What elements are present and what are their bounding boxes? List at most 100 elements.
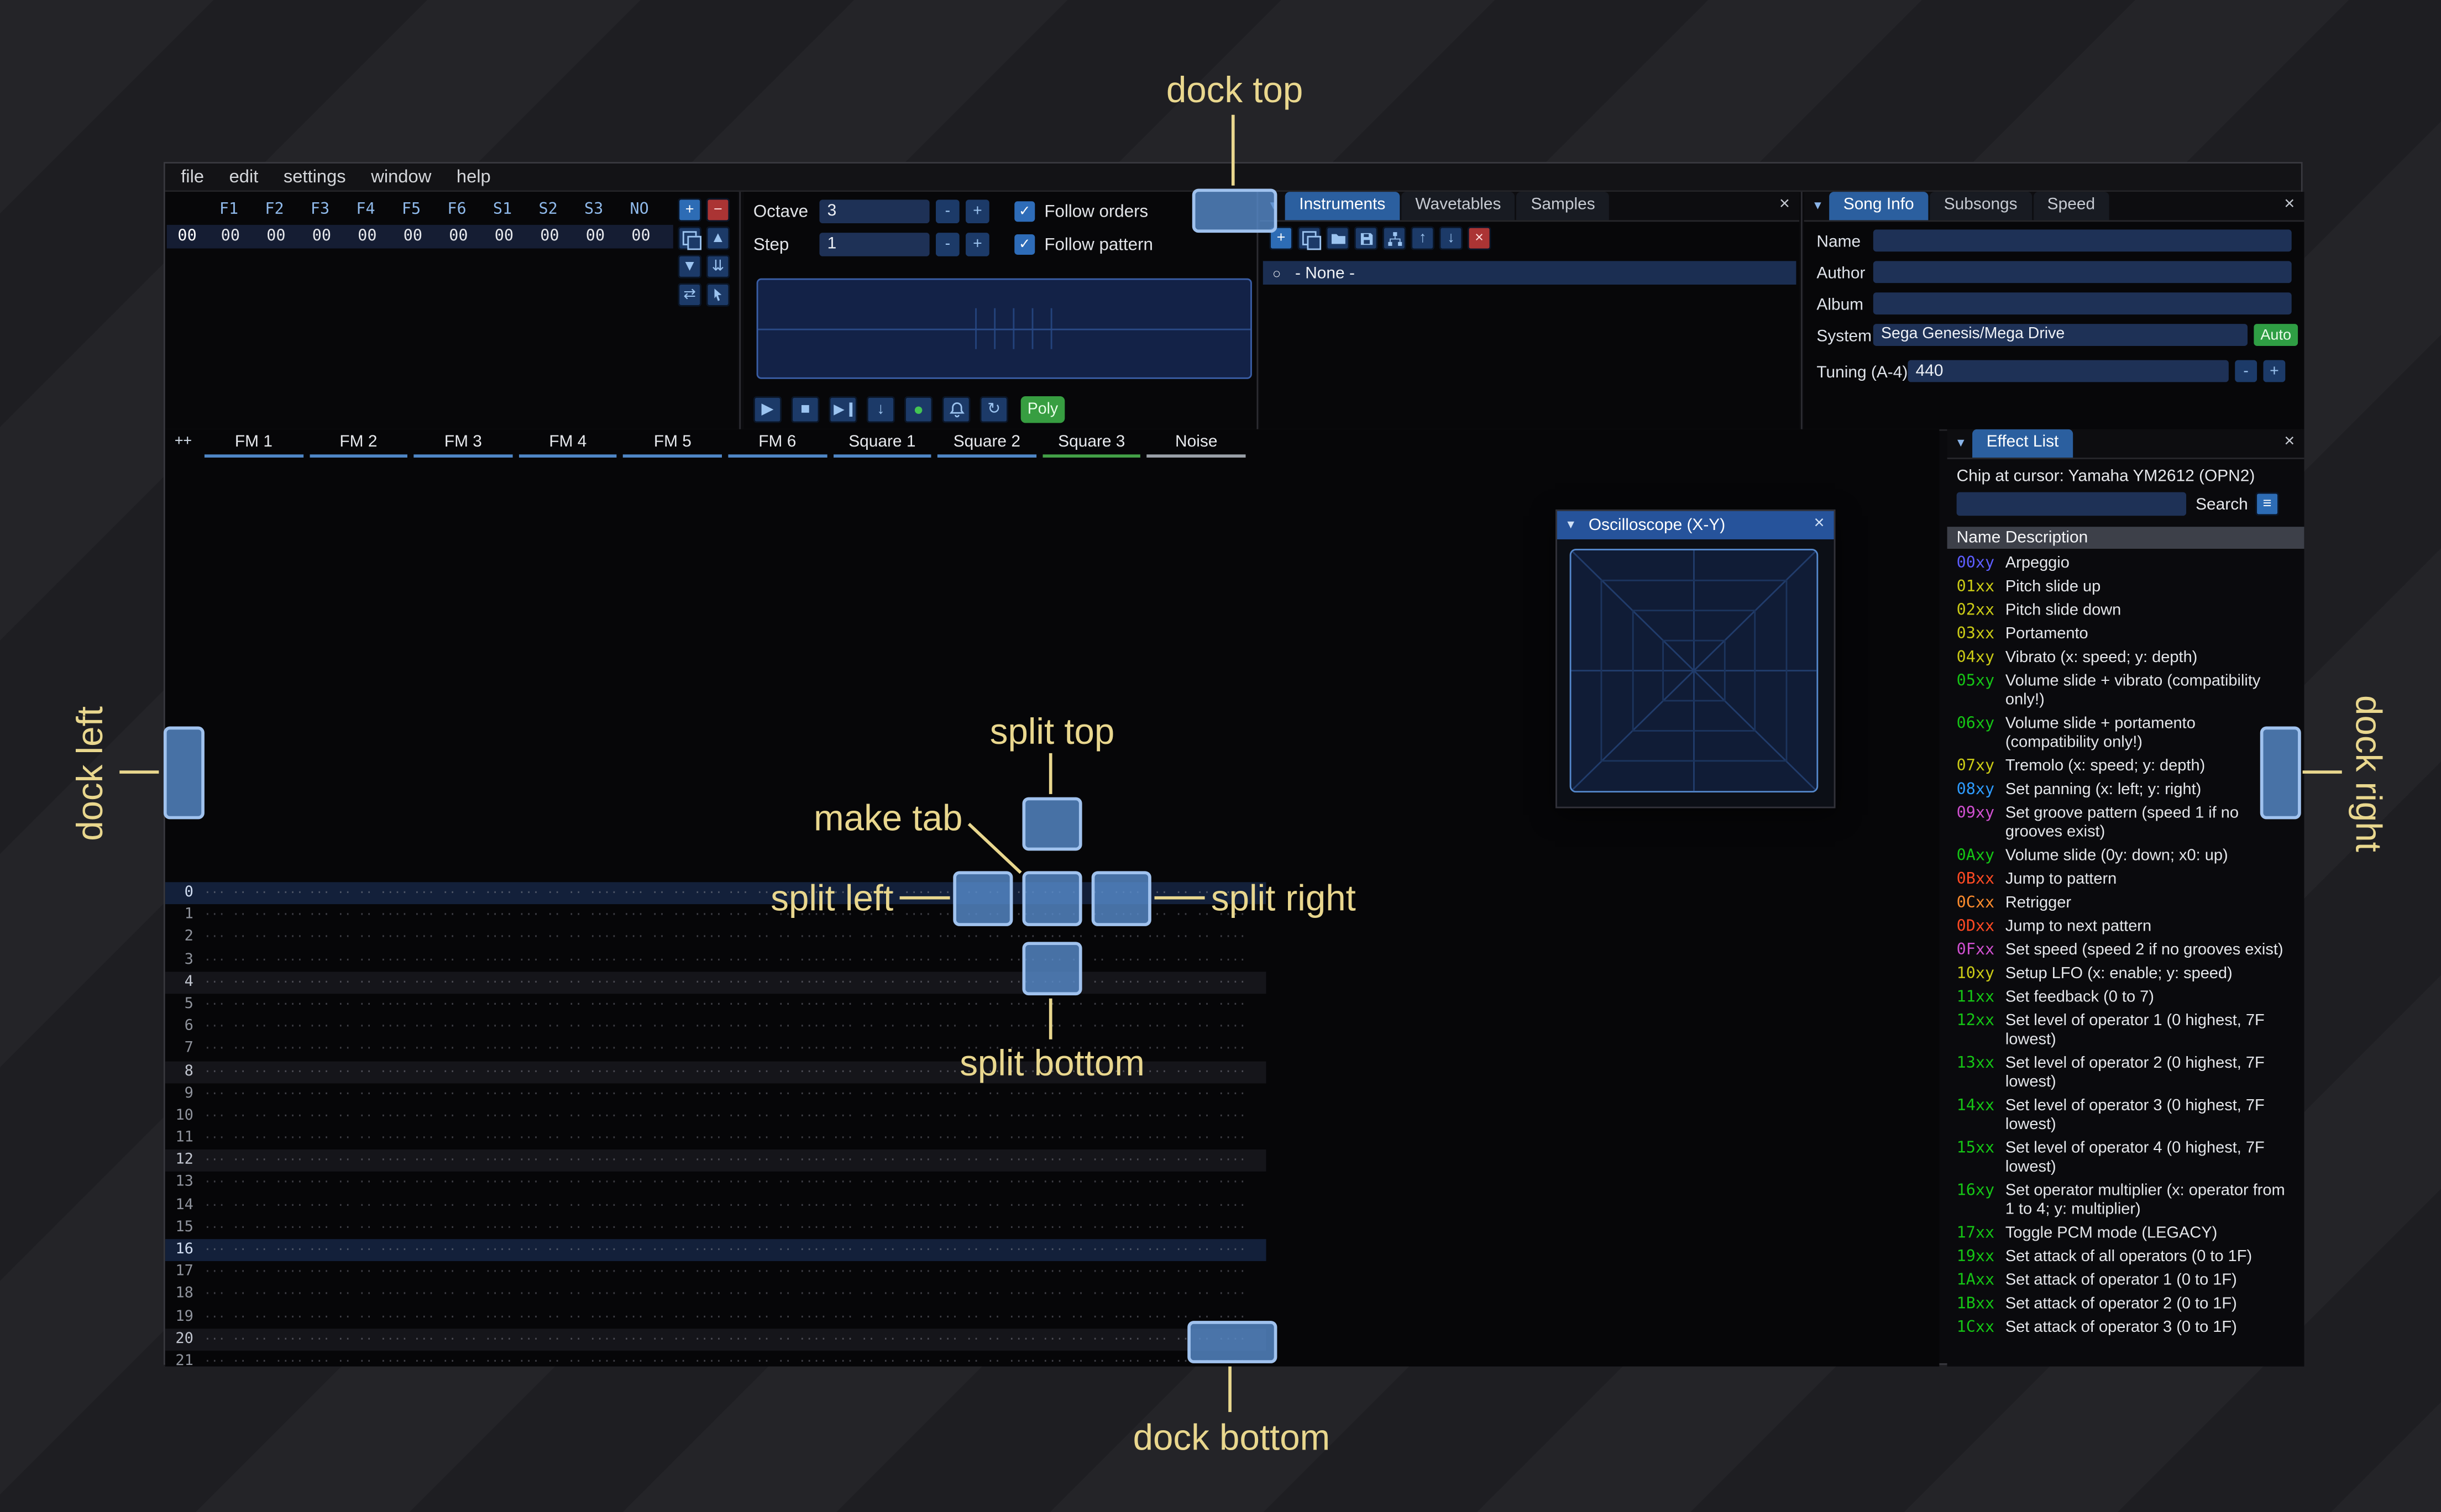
pattern-cell[interactable]: ··· ·· ·· ···· bbox=[306, 972, 411, 994]
pattern-cell[interactable]: ··· ·· ·· ···· bbox=[306, 1060, 411, 1083]
octave-decrease-button[interactable]: - bbox=[935, 200, 960, 224]
collapse-icon[interactable]: ▼ bbox=[1812, 198, 1824, 213]
octave-input[interactable]: 3 bbox=[819, 200, 930, 224]
effect-row[interactable]: 17xx Toggle PCM mode (LEGACY) bbox=[1947, 1222, 2304, 1246]
order-cell[interactable]: 00 bbox=[390, 228, 436, 245]
pattern-cell[interactable]: ··· ·· ·· ···· bbox=[411, 1105, 515, 1127]
instrument-from-sample-button[interactable] bbox=[1382, 226, 1406, 250]
pattern-cell[interactable]: ··· ·· ·· ···· bbox=[201, 1329, 306, 1351]
pattern-cell[interactable]: ··· ·· ·· ···· bbox=[201, 1038, 306, 1060]
pattern-cell[interactable]: ··· ·· ·· ···· bbox=[411, 972, 515, 994]
duplicate-instrument-button[interactable] bbox=[1297, 226, 1322, 250]
pattern-cell[interactable]: ··· ·· ·· ···· bbox=[830, 1306, 934, 1328]
pattern-cell[interactable]: ··· ·· ·· ···· bbox=[516, 972, 620, 994]
pattern-cell[interactable]: ··· ·· ·· ···· bbox=[725, 1351, 830, 1367]
effect-row[interactable]: 13xx Set level of operator 2 (0 highest, … bbox=[1947, 1052, 2304, 1095]
follow-orders-checkbox[interactable]: ✓ bbox=[1014, 201, 1035, 222]
pattern-cell[interactable]: ··· ·· ·· ···· bbox=[620, 1194, 725, 1216]
pattern-cell[interactable]: ··· ·· ·· ···· bbox=[725, 1194, 830, 1216]
effect-row[interactable]: 1Axx Set attack of operator 1 (0 to 1F) bbox=[1947, 1269, 2304, 1293]
pattern-cell[interactable]: ··· ·· ·· ···· bbox=[1144, 1105, 1249, 1127]
effect-row[interactable]: 0Fxx Set speed (speed 2 if no grooves exi… bbox=[1947, 939, 2304, 963]
pattern-cell[interactable]: ··· ·· ·· ···· bbox=[516, 1217, 620, 1239]
pattern-cell[interactable]: ··· ·· ·· ···· bbox=[201, 1217, 306, 1239]
pattern-cell[interactable]: ··· ·· ·· ···· bbox=[935, 1194, 1039, 1216]
order-cell[interactable]: 00 bbox=[253, 228, 299, 245]
metronome-button[interactable] bbox=[942, 396, 971, 423]
pattern-cell[interactable]: ··· ·· ·· ···· bbox=[411, 1150, 515, 1172]
pattern-cell[interactable]: ··· ·· ·· ···· bbox=[830, 1194, 934, 1216]
pattern-cell[interactable]: ··· ·· ·· ···· bbox=[1039, 1284, 1144, 1306]
pattern-cell[interactable]: ··· ·· ·· ···· bbox=[1039, 1262, 1144, 1284]
pattern-cell[interactable]: ··· ·· ·· ···· bbox=[725, 949, 830, 971]
dock-top-target[interactable] bbox=[1192, 188, 1277, 233]
pattern-cell[interactable]: ··· ·· ·· ···· bbox=[725, 1083, 830, 1105]
pattern-cell[interactable]: ··· ·· ·· ···· bbox=[620, 949, 725, 971]
pattern-cell[interactable]: ··· ·· ·· ···· bbox=[725, 1306, 830, 1328]
dock-bottom-target[interactable] bbox=[1187, 1321, 1277, 1363]
pattern-cell[interactable]: ··· ·· ·· ···· bbox=[201, 1150, 306, 1172]
pattern-cell[interactable]: ··· ·· ·· ···· bbox=[1144, 1150, 1249, 1172]
pattern-cell[interactable]: ··· ·· ·· ···· bbox=[830, 1172, 934, 1194]
effect-row[interactable]: 16xy Set operator multiplier (x: operator… bbox=[1947, 1179, 2304, 1222]
pattern-cell[interactable]: ··· ·· ·· ···· bbox=[620, 1127, 725, 1149]
order-row[interactable]: 00 00 00 00 00 00 00 00 00 00 00 bbox=[166, 224, 673, 249]
pattern-cell[interactable]: ··· ·· ·· ···· bbox=[620, 1150, 725, 1172]
effect-row[interactable]: 1Cxx Set attack of operator 3 (0 to 1F) bbox=[1947, 1316, 2304, 1340]
pattern-cell[interactable]: ··· ·· ·· ···· bbox=[306, 1351, 411, 1367]
channel-header-square-3[interactable]: Square 3 bbox=[1039, 431, 1144, 458]
pattern-cell[interactable]: ··· ·· ·· ···· bbox=[620, 1038, 725, 1060]
save-instrument-button[interactable] bbox=[1354, 226, 1378, 250]
pattern-cell[interactable]: ··· ·· ·· ···· bbox=[201, 1194, 306, 1216]
play-button[interactable]: ▶ bbox=[753, 396, 782, 423]
pattern-cell[interactable]: ··· ·· ·· ···· bbox=[830, 1127, 934, 1149]
split-bottom-target[interactable] bbox=[1022, 942, 1082, 996]
pattern-cell[interactable]: ··· ·· ·· ···· bbox=[725, 1038, 830, 1060]
pattern-cell[interactable]: ··· ·· ·· ···· bbox=[725, 927, 830, 949]
octave-increase-button[interactable]: + bbox=[966, 200, 989, 224]
pattern-cell[interactable]: ··· ·· ·· ···· bbox=[201, 1306, 306, 1328]
split-left-target[interactable] bbox=[953, 871, 1013, 926]
pattern-cell[interactable]: ··· ·· ·· ···· bbox=[830, 1217, 934, 1239]
pattern-cell[interactable]: ··· ·· ·· ···· bbox=[411, 1038, 515, 1060]
channel-header-fm-2[interactable]: FM 2 bbox=[306, 431, 411, 458]
channel-header-fm-5[interactable]: FM 5 bbox=[620, 431, 725, 458]
pattern-cell[interactable]: ··· ·· ·· ···· bbox=[516, 994, 620, 1016]
pattern-cell[interactable]: ··· ·· ·· ···· bbox=[1039, 1217, 1144, 1239]
pattern-cell[interactable]: ··· ·· ·· ···· bbox=[1144, 1194, 1249, 1216]
step-decrease-button[interactable]: - bbox=[935, 233, 960, 256]
pattern-cell[interactable]: ··· ·· ·· ···· bbox=[1039, 1329, 1144, 1351]
pattern-cell[interactable]: ··· ·· ·· ···· bbox=[306, 1105, 411, 1127]
pattern-cell[interactable]: ··· ·· ·· ···· bbox=[830, 927, 934, 949]
album-input[interactable] bbox=[1873, 292, 2292, 315]
pattern-cell[interactable]: ··· ·· ·· ···· bbox=[725, 1239, 830, 1261]
pattern-cell[interactable]: ··· ·· ·· ···· bbox=[411, 905, 515, 927]
pattern-cell[interactable]: ··· ·· ·· ···· bbox=[1144, 1217, 1249, 1239]
pattern-cell[interactable]: ··· ·· ·· ···· bbox=[1039, 1083, 1144, 1105]
auto-system-button[interactable]: Auto bbox=[2254, 324, 2298, 346]
pattern-cell[interactable]: ··· ·· ·· ···· bbox=[411, 1351, 515, 1367]
tab-song-info[interactable]: Song Info bbox=[1829, 192, 1929, 221]
close-icon[interactable]: × bbox=[1814, 514, 1825, 533]
pattern-cell[interactable]: ··· ·· ·· ···· bbox=[725, 1284, 830, 1306]
channel-header-square-2[interactable]: Square 2 bbox=[935, 431, 1039, 458]
pattern-cell[interactable]: ··· ·· ·· ···· bbox=[516, 1127, 620, 1149]
pattern-cell[interactable]: ··· ·· ·· ···· bbox=[725, 1262, 830, 1284]
dock-left-target[interactable] bbox=[163, 726, 205, 820]
pattern-cell[interactable]: ··· ·· ·· ···· bbox=[1144, 949, 1249, 971]
pattern-cell[interactable]: ··· ·· ·· ···· bbox=[411, 927, 515, 949]
pattern-cell[interactable]: ··· ·· ·· ···· bbox=[411, 1016, 515, 1038]
pattern-cell[interactable]: ··· ·· ·· ···· bbox=[306, 905, 411, 927]
pattern-cell[interactable]: ··· ·· ·· ···· bbox=[830, 1038, 934, 1060]
tab-wavetables[interactable]: Wavetables bbox=[1401, 192, 1516, 221]
pattern-cell[interactable]: ··· ·· ·· ···· bbox=[830, 1083, 934, 1105]
pattern-cell[interactable]: ··· ·· ·· ···· bbox=[1144, 994, 1249, 1016]
close-icon[interactable]: × bbox=[1779, 195, 1790, 214]
pattern-cell[interactable]: ··· ·· ·· ···· bbox=[201, 994, 306, 1016]
order-cell[interactable]: 00 bbox=[618, 228, 664, 245]
edit-record-button[interactable]: ● bbox=[904, 396, 933, 423]
pattern-cell[interactable]: ··· ·· ·· ···· bbox=[935, 1306, 1039, 1328]
effect-row[interactable]: 0Bxx Jump to pattern bbox=[1947, 868, 2304, 892]
pattern-cell[interactable]: ··· ·· ·· ···· bbox=[411, 1194, 515, 1216]
pattern-cell[interactable]: ··· ·· ·· ···· bbox=[1039, 1194, 1144, 1216]
